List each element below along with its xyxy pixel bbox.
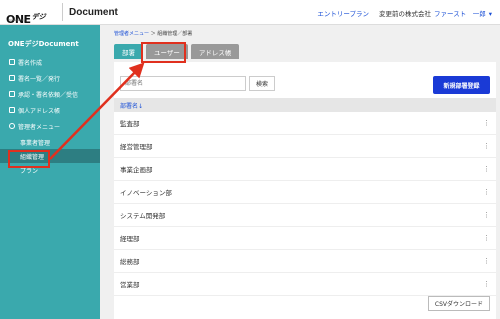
table-row[interactable]: 事業企画部 ⋮: [114, 158, 496, 181]
more-icon[interactable]: ⋮: [483, 257, 490, 265]
breadcrumb-separator: ＞: [150, 31, 156, 37]
department-name: システム開発部: [120, 212, 166, 220]
sidebar-item-create-signature[interactable]: 署名作成: [0, 55, 100, 69]
breadcrumb-root[interactable]: 管理者メニュー: [114, 31, 149, 37]
list-icon: [9, 75, 15, 81]
sidebar-item-admin-menu[interactable]: 管理者メニュー: [0, 119, 100, 133]
table-row[interactable]: 営業部 ⋮: [114, 273, 496, 296]
sidebar-item-label: 署名作成: [18, 59, 43, 67]
tab-departments[interactable]: 部署: [114, 44, 143, 59]
plan-link[interactable]: エントリープラン: [317, 8, 369, 18]
user-name: ファースト 一郎: [434, 9, 486, 18]
company-name: 変更前の株式会社: [379, 9, 432, 18]
sidebar-subitem-business[interactable]: 事業者管理: [0, 135, 100, 149]
more-icon[interactable]: ⋮: [483, 119, 490, 127]
column-header-department[interactable]: 部署名↓: [114, 98, 496, 112]
department-name: 営業部: [120, 281, 140, 289]
table-row[interactable]: システム開発部 ⋮: [114, 204, 496, 227]
search-row: 検索: [120, 76, 276, 91]
sidebar-item-label: 承認・署名依頼／受信: [18, 91, 79, 99]
search-button[interactable]: 検索: [249, 76, 276, 91]
department-name: 総務部: [120, 258, 140, 266]
inbox-icon: [9, 91, 15, 97]
search-input[interactable]: [120, 76, 246, 91]
table-row[interactable]: 総務部 ⋮: [114, 250, 496, 273]
sidebar-item-label: 管理者メニュー: [18, 123, 61, 131]
sidebar-item-label: 署名一覧／発行: [18, 75, 61, 83]
document-icon: [9, 59, 15, 65]
breadcrumb: 管理者メニュー ＞ 組織管理／部署: [114, 30, 192, 37]
chevron-down-icon: ▾: [488, 9, 492, 18]
sidebar-title: ONEデジDocument: [8, 40, 79, 48]
table-row[interactable]: 経営管理部 ⋮: [114, 135, 496, 158]
header-divider: [62, 3, 63, 21]
logo-script: デジ: [31, 12, 46, 21]
department-name: 事業企画部: [120, 166, 153, 174]
highlight-box-organization: [8, 150, 50, 168]
gear-icon: [9, 123, 15, 129]
department-panel: 検索 新規部署登録 部署名↓ 監査部 ⋮ 経営管理部 ⋮ 事業企画部 ⋮ イノベーショ…: [114, 62, 496, 319]
sidebar-item-approval[interactable]: 承認・署名依頼／受信: [0, 87, 100, 101]
more-icon[interactable]: ⋮: [483, 280, 490, 288]
breadcrumb-current: 組織管理／部署: [157, 31, 193, 37]
table-row[interactable]: イノベーション部 ⋮: [114, 181, 496, 204]
department-name: イノベーション部: [120, 189, 172, 197]
department-name: 監査部: [120, 120, 140, 128]
sidebar-item-label: 個人アドレス帳: [18, 107, 61, 115]
department-name: 経営管理部: [120, 143, 153, 151]
sidebar-item-signature-list[interactable]: 署名一覧／発行: [0, 71, 100, 85]
more-icon[interactable]: ⋮: [483, 211, 490, 219]
contact-icon: [9, 107, 15, 113]
more-icon[interactable]: ⋮: [483, 142, 490, 150]
csv-download-button[interactable]: CSVダウンロード: [427, 296, 490, 311]
logo-sub: Powered by: [8, 17, 26, 22]
add-department-button[interactable]: 新規部署登録: [433, 76, 490, 94]
app-title: Document: [69, 6, 118, 18]
more-icon[interactable]: ⋮: [483, 234, 490, 242]
table-row[interactable]: 経理部 ⋮: [114, 227, 496, 250]
sidebar-item-address-book[interactable]: 個人アドレス帳: [0, 103, 100, 117]
table-row[interactable]: 監査部 ⋮: [114, 112, 496, 135]
header-right: エントリープラン 変更前の株式会社 ファースト 一郎 ▾: [317, 0, 492, 25]
more-icon[interactable]: ⋮: [483, 188, 490, 196]
sidebar: ONEデジDocument 署名作成 署名一覧／発行 承認・署名依頼／受信 個人…: [0, 25, 100, 319]
user-menu[interactable]: 変更前の株式会社 ファースト 一郎 ▾: [379, 8, 492, 18]
app-logo[interactable]: ONE デジ Powered by: [0, 0, 60, 25]
highlight-box-users-tab: [141, 42, 186, 63]
more-icon[interactable]: ⋮: [483, 165, 490, 173]
department-name: 経理部: [120, 235, 140, 243]
tab-address-book[interactable]: アドレス帳: [190, 44, 240, 59]
app-header: ONE デジ Powered by Document エントリープラン 変更前の…: [0, 0, 500, 25]
department-table: 部署名↓ 監査部 ⋮ 経営管理部 ⋮ 事業企画部 ⋮ イノベーション部 ⋮ システム開発…: [114, 98, 496, 296]
